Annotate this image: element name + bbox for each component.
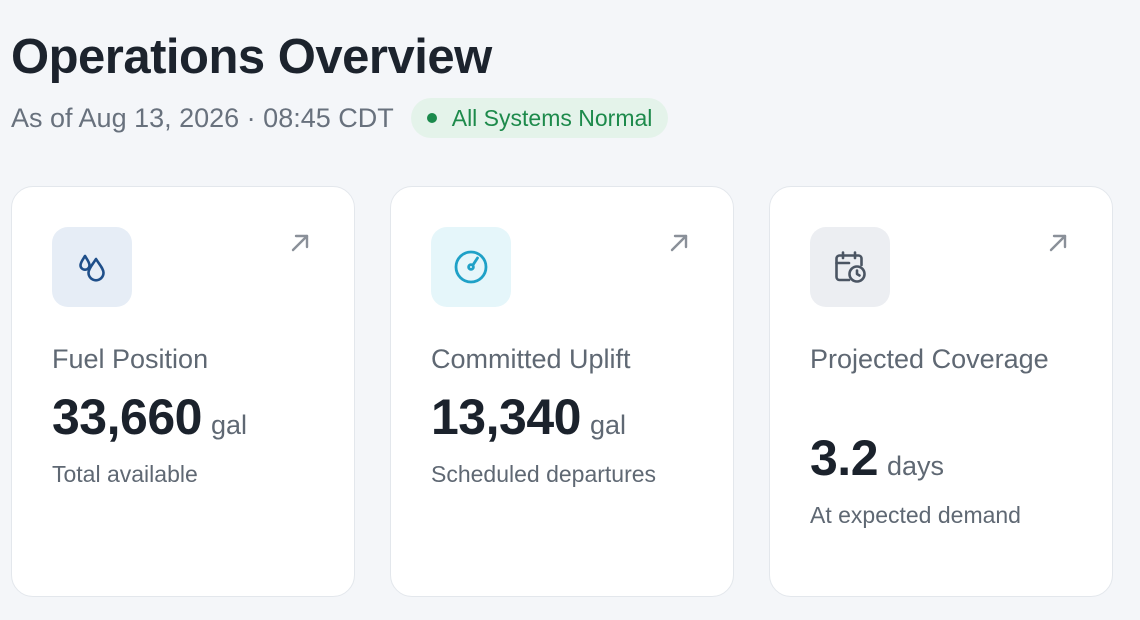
uplift-icon-tile <box>431 227 511 307</box>
card-caption: Scheduled departures <box>431 461 657 487</box>
metric-value: 3.2 <box>810 430 879 486</box>
card-label: Fuel Position <box>52 344 209 374</box>
calendar-clock-icon <box>835 251 866 283</box>
card-label: Projected Coverage <box>810 344 1049 374</box>
as-of-timestamp: As of Aug 13, 2026 · 08:45 CDT <box>11 102 394 133</box>
fuel-drops-icon <box>79 254 105 282</box>
page-title: Operations Overview <box>11 30 492 84</box>
metric-value: 33,660 <box>52 389 202 445</box>
card-label: Committed Uplift <box>431 344 631 374</box>
metric-unit: days <box>887 451 945 481</box>
projected-coverage-card[interactable]: Projected Coverage 3.2 days At expected … <box>769 186 1113 597</box>
status-dot-icon <box>426 113 437 123</box>
metric: 3.2 days <box>810 429 944 487</box>
coverage-icon-tile <box>810 227 890 307</box>
fuel-position-card[interactable]: Fuel Position 33,660 gal Total available <box>11 186 355 597</box>
card-caption: At expected demand <box>810 502 1021 528</box>
open-fuel-position-arrow-icon[interactable] <box>288 231 312 255</box>
committed-uplift-card[interactable]: Committed Uplift 13,340 gal Scheduled de… <box>390 186 734 597</box>
fuel-icon-tile <box>52 227 132 307</box>
status-label: All Systems Normal <box>451 104 653 131</box>
gauge-icon <box>454 250 488 284</box>
subtitle-row: As of Aug 13, 2026 · 08:45 CDT All Syste… <box>11 97 669 139</box>
metric-unit: gal <box>210 410 247 440</box>
status-badge: All Systems Normal <box>410 98 669 138</box>
metric-value: 13,340 <box>431 389 581 445</box>
metric-unit: gal <box>589 410 626 440</box>
metric: 33,660 gal <box>52 388 247 446</box>
card-caption: Total available <box>52 461 198 487</box>
metric: 13,340 gal <box>431 388 626 446</box>
open-projected-coverage-arrow-icon[interactable] <box>1046 231 1070 255</box>
open-committed-uplift-arrow-icon[interactable] <box>667 231 691 255</box>
